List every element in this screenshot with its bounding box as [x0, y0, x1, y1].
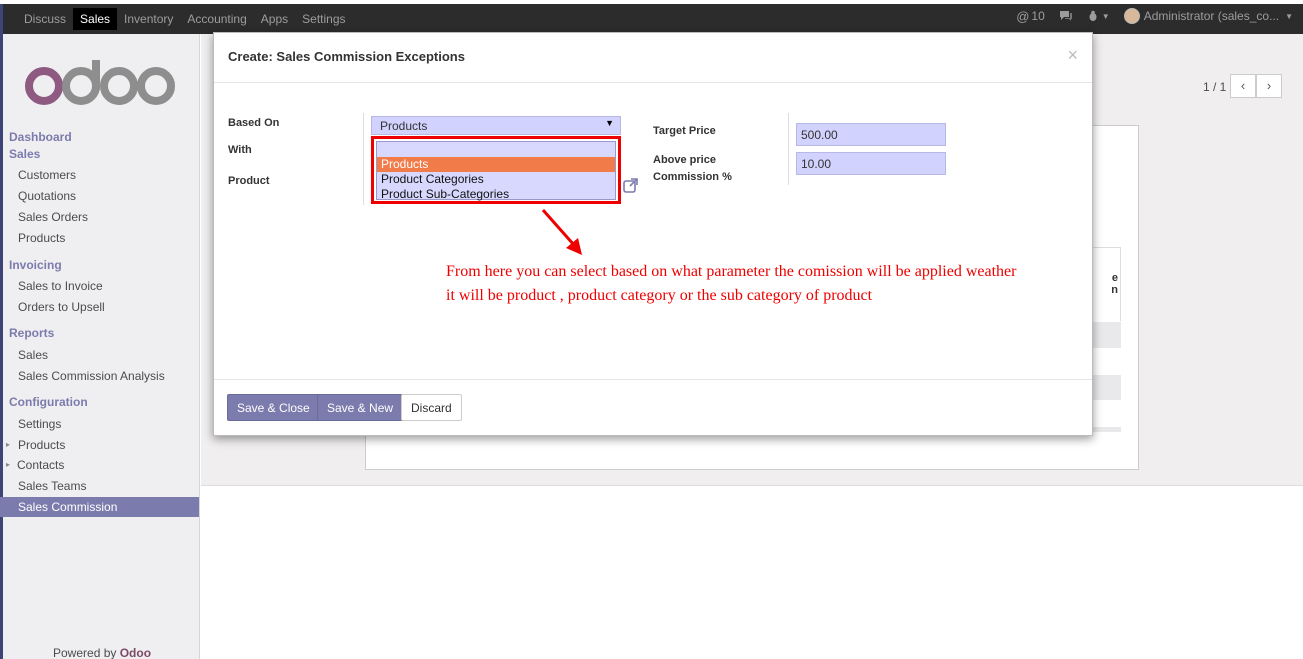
menu-discuss[interactable]: Discuss [17, 8, 73, 30]
nav-config-contacts[interactable]: Contacts [17, 458, 64, 472]
bug-icon [1089, 10, 1097, 21]
table-row-fragment [1093, 375, 1121, 400]
annotation-line-1: From here you can select based on what p… [446, 263, 1017, 280]
caret-down-icon: ▼ [1285, 11, 1293, 21]
annotation-note: From here you can select based on what p… [446, 260, 1096, 308]
label-product: Product [228, 175, 270, 187]
window-edge [0, 34, 3, 659]
table-header-fragment-b: n [1111, 284, 1118, 296]
mentions-counter[interactable]: @ 10 [1016, 9, 1045, 24]
table-header-fragment-a: e [1111, 272, 1118, 284]
nav-sales-teams[interactable]: Sales Teams [18, 479, 86, 493]
systray: @ 10 ▼ Administrator (sales_co... ▼ [1002, 8, 1293, 24]
save-new-button[interactable]: Save & New [317, 394, 404, 421]
nav-section-invoicing: Invoicing [9, 258, 62, 272]
chevron-right-icon: › [1266, 78, 1272, 93]
menu-inventory[interactable]: Inventory [117, 8, 180, 30]
option-product-sub-categories[interactable]: Product Sub-Categories [377, 187, 615, 202]
powered-by-brand[interactable]: Odoo [120, 646, 151, 659]
menu-accounting[interactable]: Accounting [180, 8, 253, 30]
nav-config-settings[interactable]: Settings [18, 417, 61, 431]
based-on-value: Products [380, 119, 428, 133]
annotation-line-2: it will be product , product category or… [446, 287, 873, 304]
label-above-price: Above price [653, 154, 716, 166]
dropdown-list: Products Product Categories Product Sub-… [376, 141, 616, 202]
close-icon[interactable]: × [1067, 45, 1078, 66]
debug-button[interactable]: ▼ [1087, 10, 1110, 22]
label-target-price: Target Price [653, 125, 716, 137]
nav-section-sales: Sales [9, 147, 41, 161]
user-name: Administrator (sales_co... [1143, 9, 1280, 23]
label-with: With [228, 144, 252, 156]
nav-quotations[interactable]: Quotations [18, 189, 76, 203]
caret-right-icon: ▸ [6, 440, 11, 449]
chat-icon [1059, 11, 1072, 21]
nav-customers[interactable]: Customers [18, 168, 76, 182]
option-product-categories[interactable]: Product Categories [377, 172, 615, 187]
nav-sales-commission[interactable]: Sales Commission [0, 497, 199, 517]
above-price-commission-input[interactable]: 10.00 [796, 152, 946, 175]
odoo-logo [25, 60, 175, 105]
table-header-fragment: e n [1093, 247, 1121, 321]
chat-button[interactable] [1059, 10, 1073, 22]
nav-section-reports: Reports [9, 326, 55, 340]
powered-by-text: Powered by [53, 646, 117, 659]
nav-section-configuration: Configuration [9, 395, 88, 409]
app-menu: Discuss Sales Inventory Accounting Apps … [17, 8, 353, 30]
annotation-arrow-icon [541, 209, 582, 255]
discard-button[interactable]: Discard [401, 394, 462, 421]
caret-right-icon: ▸ [6, 460, 11, 469]
create-dialog: Create: Sales Commission Exceptions × Ba… [213, 32, 1093, 436]
dialog-header: Create: Sales Commission Exceptions × [214, 33, 1092, 83]
target-price-input[interactable]: 500.00 [796, 123, 946, 146]
mentions-count: 10 [1031, 9, 1045, 23]
at-icon: @ [1016, 8, 1030, 24]
nav-sales-commission-label: Sales Commission [18, 500, 118, 514]
window-edge [0, 4, 3, 34]
nav-report-sales[interactable]: Sales [18, 348, 48, 362]
label-commission-percent: Commission % [653, 171, 732, 183]
dialog-footer: Save & Close Save & New Discard [214, 379, 1092, 435]
chevron-left-icon: ‹ [1240, 78, 1246, 93]
powered-by: Powered by Odoo [53, 646, 151, 659]
table-row-fragment [1093, 322, 1121, 348]
dialog-title: Create: Sales Commission Exceptions [228, 49, 465, 64]
sidebar: Dashboard Sales Customers Quotations Sal… [0, 34, 200, 659]
user-menu[interactable]: Administrator (sales_co... ▼ [1123, 8, 1293, 24]
nav-orders-to-upsell[interactable]: Orders to Upsell [18, 300, 105, 314]
pager-prev-button[interactable]: ‹ [1230, 74, 1256, 98]
option-products[interactable]: Products [377, 157, 615, 172]
nav-sales-orders[interactable]: Sales Orders [18, 210, 88, 224]
pager-value: 1 / 1 [1203, 80, 1227, 94]
based-on-select[interactable]: Products ▼ [371, 116, 621, 135]
caret-down-icon: ▼ [1101, 11, 1110, 21]
menu-settings[interactable]: Settings [295, 8, 352, 30]
pager-next-button[interactable]: › [1256, 74, 1282, 98]
avatar [1123, 8, 1140, 24]
nav-dashboard[interactable]: Dashboard [9, 130, 72, 144]
menu-sales[interactable]: Sales [73, 8, 118, 30]
table-row-fragment [1093, 427, 1121, 432]
nav-products[interactable]: Products [18, 231, 65, 245]
caret-down-icon: ▼ [605, 118, 614, 128]
nav-sales-to-invoice[interactable]: Sales to Invoice [18, 279, 103, 293]
field-separator [363, 113, 364, 205]
external-link-icon[interactable] [622, 176, 640, 194]
menu-apps[interactable]: Apps [254, 8, 295, 30]
label-based-on: Based On [228, 117, 280, 129]
nav-sales-commission-analysis[interactable]: Sales Commission Analysis [18, 369, 165, 383]
field-separator [788, 113, 789, 185]
content-footer-area [201, 485, 1303, 659]
nav-config-products[interactable]: Products [18, 438, 65, 452]
based-on-dropdown: Products Product Categories Product Sub-… [371, 136, 621, 204]
top-navbar: Discuss Sales Inventory Accounting Apps … [0, 0, 1303, 34]
save-close-button[interactable]: Save & Close [227, 394, 320, 421]
